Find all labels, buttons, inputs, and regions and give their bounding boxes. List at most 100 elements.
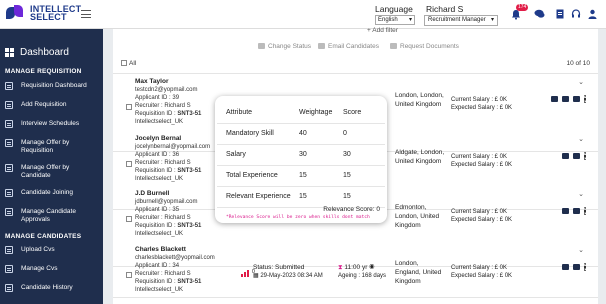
candidate-name[interactable]: Jocelyn Bernal [135, 135, 181, 142]
attribute-cell: Relevant Experience [217, 186, 299, 208]
request-documents-label: Request Documents [400, 43, 459, 50]
user-icon[interactable] [587, 9, 598, 20]
add-filter-button[interactable]: + Add filter [367, 27, 398, 34]
section-manage-candidates: MANAGE CANDIDATES [5, 233, 82, 240]
candidate-location: Edmonton, London, United Kingdom [395, 204, 440, 229]
upload-icon [5, 246, 13, 254]
comment-icon[interactable] [562, 153, 569, 159]
add-document-icon [5, 101, 13, 109]
requisition-label: Requisition ID : [135, 223, 176, 229]
sidebar-item-label: Candidate History [21, 284, 73, 291]
applicant-id: Applicant ID : 34 [135, 263, 180, 269]
requisition-id: SNT3-51 [177, 168, 202, 174]
sidebar-item-interview-schedules[interactable]: Interview Schedules [5, 120, 100, 128]
applicant-id: Applicant ID : 35 [135, 207, 180, 213]
sidebar: Dashboard MANAGE REQUISITION Requisition… [0, 29, 103, 304]
sidebar-item-requisition-dashboard[interactable]: Requisition Dashboard [5, 82, 100, 90]
cv-icon [5, 265, 13, 273]
relevance-score-popup: Attribute Weightage Score Mandatory Skil… [215, 96, 387, 223]
sidebar-item-label: Manage Offer by Requisition [21, 139, 70, 154]
requisition-id: SNT3-51 [177, 111, 202, 117]
more-options-icon[interactable] [584, 95, 586, 103]
top-header: INTELLECT SELECT Language English ▾ Richa… [0, 0, 606, 29]
current-salary: Current Salary : £ 0K [451, 209, 508, 215]
current-salary: Current Salary : £ 0K [451, 154, 508, 160]
sidebar-item-label: Manage Candidate Approvals [21, 208, 76, 223]
email-candidates-button[interactable]: Email Candidates [318, 43, 379, 50]
candidate-name[interactable]: Charles Blackett [135, 246, 186, 253]
sidebar-item-upload-cvs[interactable]: Upload Cvs [5, 246, 100, 254]
logo[interactable]: INTELLECT SELECT [6, 5, 81, 22]
requisition-line: Requisition ID : SNT3-51 [135, 111, 201, 117]
more-options-icon[interactable] [584, 263, 586, 271]
language-select[interactable]: English ▾ [375, 15, 415, 25]
attribute-cell: Salary [217, 144, 299, 166]
requisition-id: SNT3-51 [177, 279, 202, 285]
chevron-down-icon[interactable]: ⌄ [578, 190, 584, 198]
current-salary: Current Salary : £ 0K [451, 97, 508, 103]
share-icon[interactable] [573, 264, 580, 270]
chat-icon[interactable] [551, 96, 558, 102]
row-checkbox[interactable] [126, 104, 132, 110]
row-checkbox[interactable] [126, 161, 132, 167]
role-select[interactable]: Recruitment Manager ▾ [424, 15, 498, 26]
add-filter-label: Add filter [372, 27, 398, 34]
comment-icon[interactable] [562, 264, 569, 270]
select-all[interactable]: All [121, 60, 136, 67]
score-bar [244, 272, 246, 277]
relevance-score-total: Relevance Score: 0 [323, 206, 380, 213]
chat-icon[interactable] [534, 9, 545, 20]
row-checkbox[interactable] [126, 272, 132, 278]
sidebar-item-label: Upload Cvs [21, 246, 55, 253]
weightage-cell: 15 [299, 186, 343, 208]
chevron-down-icon[interactable]: ⌄ [578, 78, 584, 86]
salary-block: Current Salary : £ 0K Expected Salary : £… [451, 96, 512, 112]
candidate-name[interactable]: J.D Burnell [135, 190, 169, 197]
recruiter: Recruiter : Richard S [135, 271, 191, 277]
applicant-id: Applicant ID : 39 [135, 95, 180, 101]
share-icon[interactable] [573, 153, 580, 159]
chevron-down-icon[interactable]: ⌄ [578, 135, 584, 143]
score-cell: 15 [343, 186, 385, 208]
request-documents-button[interactable]: Request Documents [390, 43, 459, 50]
salary-block: Current Salary : £ 0K Expected Salary : £… [451, 208, 512, 224]
sidebar-item-dashboard[interactable]: Dashboard [5, 47, 69, 58]
candidate-row[interactable]: Charles Blackett charlesblackett@yopmail… [113, 246, 598, 302]
row-checkbox[interactable] [126, 216, 132, 222]
sidebar-item-add-requisition[interactable]: Add Requisition [5, 101, 100, 109]
headset-icon[interactable] [570, 9, 581, 20]
sidebar-item-candidate-joining[interactable]: Candidate Joining [5, 189, 100, 197]
comment-icon[interactable] [562, 208, 569, 214]
chevron-down-icon[interactable]: ⌄ [578, 246, 584, 254]
sidebar-item-label: Candidate Joining [21, 189, 74, 196]
row-actions [562, 152, 586, 160]
menu-toggle-icon[interactable] [81, 10, 91, 21]
current-salary: Current Salary : £ 0K [451, 265, 508, 271]
sidebar-item-manage-candidate-approvals[interactable]: Manage Candidate Approvals [5, 208, 100, 224]
select-all-checkbox[interactable] [121, 60, 127, 66]
more-options-icon[interactable] [584, 207, 586, 215]
more-options-icon[interactable] [584, 152, 586, 160]
share-icon[interactable] [573, 208, 580, 214]
requisition-id: SNT3-51 [177, 223, 202, 229]
list-icon [5, 82, 13, 90]
share-icon[interactable] [573, 96, 580, 102]
document-icon[interactable] [554, 9, 565, 20]
change-status-button[interactable]: Change Status [258, 43, 311, 50]
sidebar-item-label: Manage Cvs [21, 265, 58, 272]
salary-block: Current Salary : £ 0K Expected Salary : £… [451, 264, 512, 280]
candidate-name[interactable]: Max Taylor [135, 78, 168, 85]
sidebar-item-candidate-history[interactable]: Candidate History [5, 284, 100, 292]
recruiter: Recruiter : Richard S [135, 215, 191, 221]
requisition-line: Requisition ID : SNT3-51 [135, 223, 201, 229]
attribute-cell: Total Experience [217, 165, 299, 187]
joining-icon [5, 189, 13, 197]
sidebar-item-manage-offer-by-requisition[interactable]: Manage Offer by Requisition [5, 139, 100, 155]
sidebar-item-manage-cvs[interactable]: Manage Cvs [5, 265, 100, 273]
salary-block: Current Salary : £ 0K Expected Salary : £… [451, 153, 512, 169]
divider [113, 73, 598, 74]
sidebar-item-manage-offer-by-candidate[interactable]: Manage Offer by Candidate [5, 164, 100, 180]
comment-icon[interactable] [562, 96, 569, 102]
expected-salary: Expected Salary : £ 0K [451, 273, 513, 279]
dashboard-icon [5, 48, 14, 57]
